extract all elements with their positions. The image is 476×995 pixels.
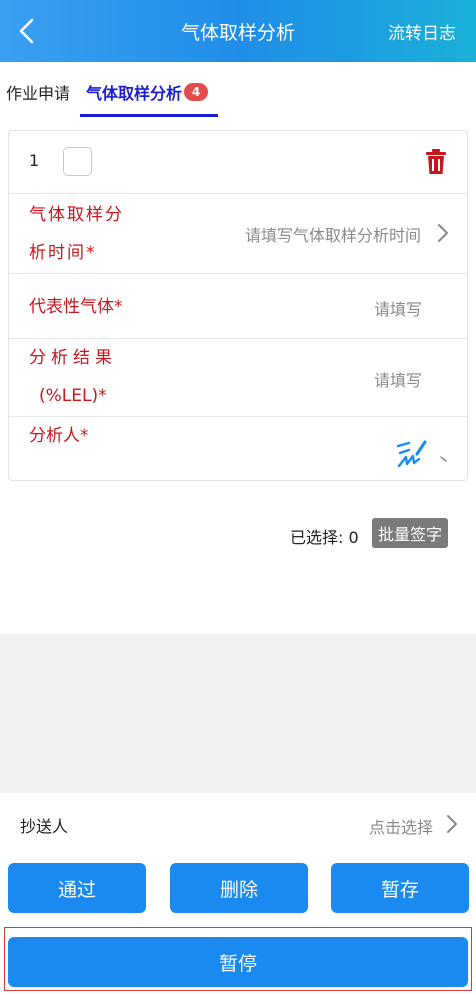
representative-gas-label: 代表性气体*: [29, 297, 123, 317]
sign-button[interactable]: [395, 439, 429, 473]
analysis-result-input[interactable]: 请填写: [374, 367, 422, 391]
chevron-right-icon: [447, 815, 457, 833]
analyst-field[interactable]: 分析人*: [9, 417, 467, 481]
analysis-result-label: 分析结果 (%LEL)*: [29, 339, 139, 415]
trash-icon: [426, 149, 446, 174]
tab-bar: 作业申请 气体取样分析 4: [0, 62, 476, 122]
record-checkbox[interactable]: [63, 147, 92, 176]
delete-button[interactable]: 删除: [170, 863, 308, 913]
representative-gas-input[interactable]: 请填写: [374, 296, 422, 320]
cc-select[interactable]: 点击选择: [369, 814, 433, 838]
cc-recipient-row[interactable]: 抄送人 点击选择: [0, 793, 476, 855]
analysis-time-label: 气体取样分 析时间*: [29, 196, 149, 272]
save-draft-button[interactable]: 暂存: [331, 863, 469, 913]
cc-label: 抄送人: [20, 817, 69, 836]
delete-record-button[interactable]: [425, 149, 447, 179]
action-bar: 通过 删除 暂存 暂停: [0, 855, 476, 995]
app-header: 气体取样分析 流转日志: [0, 0, 476, 62]
analysis-result-label-line2: (%LEL)*: [39, 386, 107, 406]
chevron-right-small-icon: [440, 456, 447, 462]
tab-gas-sampling-label: 气体取样分析: [86, 84, 183, 103]
analysis-result-field[interactable]: 分析结果 (%LEL)* 请填写: [9, 339, 467, 417]
active-tab-indicator: [80, 114, 218, 117]
analysis-time-placeholder: 请填写气体取样分析时间: [244, 226, 421, 245]
record-card: 1 气体取样分 析时间* 请填写气体取样分析时间 代表性气体* 请填写 分析结果…: [8, 130, 468, 481]
analysis-time-label-line2: 析时间*: [29, 243, 97, 263]
record-panel: 1 气体取样分 析时间* 请填写气体取样分析时间 代表性气体* 请填写 分析结果…: [0, 122, 476, 634]
record-header-row: 1: [9, 131, 467, 194]
pause-button[interactable]: 暂停: [8, 937, 468, 987]
signature-icon: [396, 440, 427, 468]
tab-count-badge: 4: [184, 83, 209, 101]
chevron-right-icon: [438, 224, 448, 242]
analyst-label: 分析人*: [29, 426, 89, 446]
selected-count: 已选择: 0: [290, 528, 359, 547]
analysis-result-label-line1: 分析结果: [29, 348, 117, 368]
analysis-time-field[interactable]: 气体取样分 析时间* 请填写气体取样分析时间: [9, 194, 467, 274]
flow-log-link[interactable]: 流转日志: [388, 19, 456, 44]
tab-work-application[interactable]: 作业申请: [6, 80, 70, 104]
record-index: 1: [29, 151, 40, 170]
tab-gas-sampling[interactable]: 气体取样分析 4: [86, 80, 209, 104]
representative-gas-field[interactable]: 代表性气体* 请填写: [9, 274, 467, 339]
batch-sign-button[interactable]: 批量签字: [372, 518, 448, 548]
pass-button[interactable]: 通过: [8, 863, 146, 913]
analysis-time-label-line1: 气体取样分: [29, 205, 124, 225]
